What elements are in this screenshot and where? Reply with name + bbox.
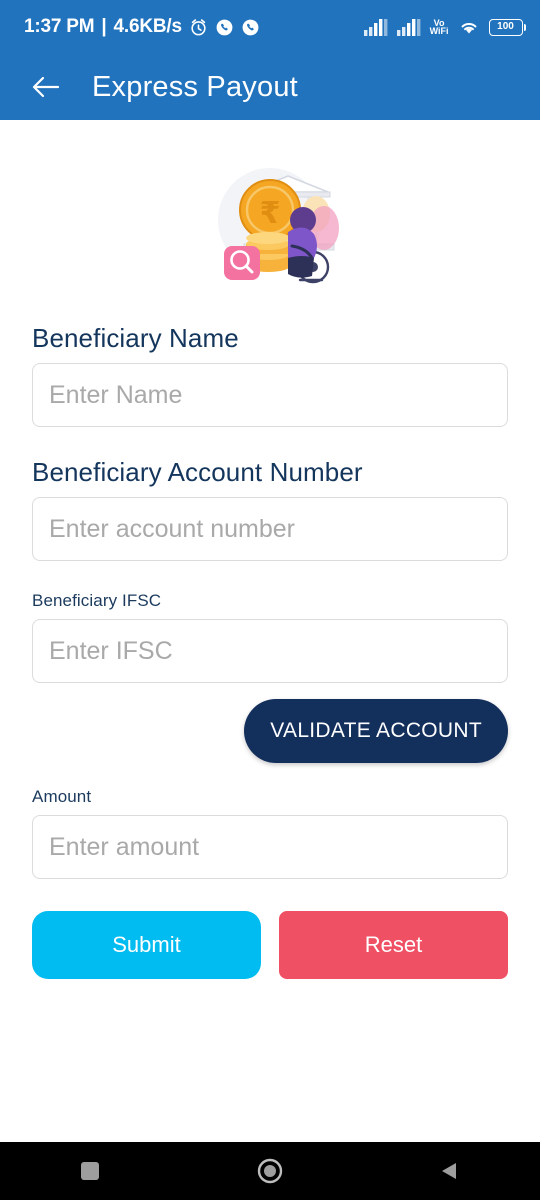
volte-wifi-icon: Vo WiFi [429,19,449,36]
field-beneficiary-name: Beneficiary Name [32,323,508,427]
page-title: Express Payout [92,70,298,103]
phone-screen: 1:37 PM | 4.6KB/s Vo WiFi 100 Express Pa… [0,0,540,1200]
app-bar: Express Payout [0,54,540,120]
status-bar: 1:37 PM | 4.6KB/s Vo WiFi 100 [0,0,540,54]
signal-bars-icon [363,19,387,36]
status-time: 1:37 PM [24,16,95,37]
hero-illustration-container: ₹ [32,120,508,323]
bank-rupee-payout-illustration: ₹ [217,168,339,284]
status-bar-left: 1:37 PM | 4.6KB/s [24,16,260,38]
svg-text:₹: ₹ [259,196,280,231]
home-button[interactable] [238,1149,302,1193]
back-button-nav[interactable] [418,1149,482,1193]
battery-icon: 100 [488,18,526,36]
amount-input[interactable] [32,815,508,879]
beneficiary-ifsc-input[interactable] [32,619,508,683]
field-amount: Amount [32,787,508,879]
beneficiary-account-number-input[interactable] [32,497,508,561]
wifi-icon [461,23,476,34]
validate-account-button[interactable]: VALIDATE ACCOUNT [244,699,508,763]
volte-wifi-bottom-label: WiFi [429,26,449,36]
back-button[interactable] [28,70,62,104]
amount-label: Amount [32,787,92,806]
submit-button[interactable]: Submit [32,911,261,979]
home-circle-icon [257,1158,283,1184]
call-icon [216,19,233,35]
field-beneficiary-ifsc: Beneficiary IFSC [32,591,508,683]
arrow-left-icon [32,76,60,98]
battery-level-label: 100 [497,21,514,32]
reset-button[interactable]: Reset [279,911,508,979]
android-navigation-bar [0,1142,540,1200]
beneficiary-name-input[interactable] [32,363,508,427]
alarm-icon [191,18,206,35]
back-triangle-icon [442,1163,456,1179]
beneficiary-name-label: Beneficiary Name [32,323,239,353]
signal-bars-icon [396,19,420,36]
recents-square-icon [81,1162,99,1180]
action-button-row: Submit Reset [32,911,508,979]
main-content: ₹ Beneficiary Name Enter Name Beneficiar… [0,120,540,1142]
call-icon [242,19,259,35]
status-bar-right: Vo WiFi 100 [363,18,526,36]
beneficiary-ifsc-label: Beneficiary IFSC [32,591,162,610]
recents-button[interactable] [58,1149,122,1193]
status-network-speed: 4.6KB/s [113,16,183,37]
field-beneficiary-account-number: Beneficiary Account Number [32,457,508,561]
validate-button-row: VALIDATE ACCOUNT [32,699,508,763]
magnifier-card-icon [223,246,260,280]
status-separator: | [101,16,107,37]
beneficiary-account-number-label: Beneficiary Account Number [32,457,363,487]
